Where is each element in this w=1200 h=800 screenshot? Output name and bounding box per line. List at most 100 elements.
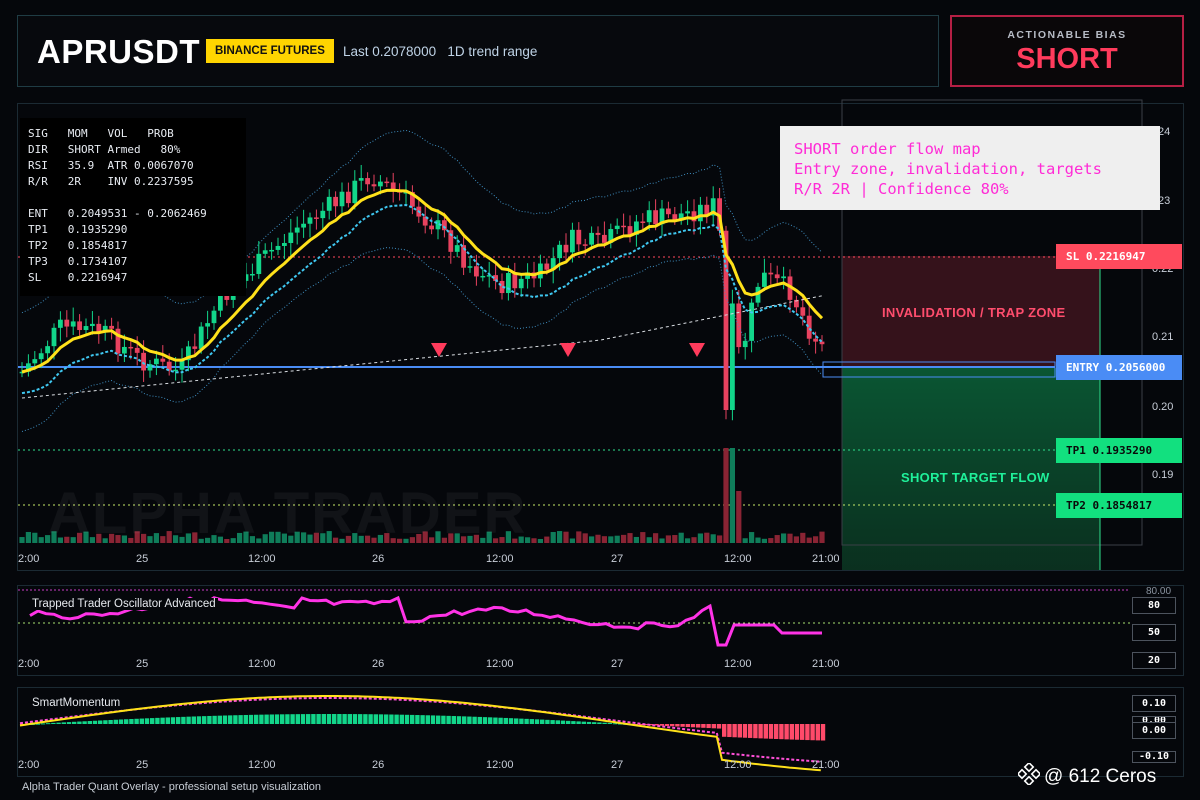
candle-body (38, 353, 44, 360)
entry-price-label: ENTRY 0.2056000 (1056, 355, 1182, 380)
svg-text:26: 26 (372, 553, 384, 565)
candle-body (595, 232, 601, 235)
candle-body (429, 225, 434, 230)
candle-body (269, 249, 274, 252)
candle-body (698, 204, 703, 222)
author-tag[interactable]: @ 612 Ceros (1016, 761, 1156, 791)
candle-body (352, 180, 358, 204)
candle-body (314, 217, 319, 219)
price-tick: 0.21 (1152, 331, 1173, 343)
stats-row: TP1 0.1935290 (28, 223, 128, 236)
candle-body (474, 266, 479, 277)
watermark-text: ALPHA TRADER (48, 481, 528, 546)
info-line: SHORT order flow map (794, 140, 981, 158)
momentum-panel[interactable] (17, 687, 1184, 777)
volume-bar (601, 536, 607, 543)
volume-bar (717, 535, 723, 543)
volume-bar (633, 536, 639, 543)
candle-body (70, 321, 76, 327)
momentum-value-badge: -0.10 (1132, 751, 1176, 763)
sell-signal-icon (689, 343, 705, 357)
candle-body (742, 340, 748, 348)
candle-body (646, 210, 652, 223)
volume-bar (704, 532, 710, 543)
volume-bar (621, 534, 627, 543)
volume-bar (800, 532, 806, 543)
svg-text:27: 27 (611, 553, 623, 565)
candle-body (390, 182, 396, 190)
candle-body (518, 278, 524, 289)
candle-body (192, 346, 198, 349)
candle-body (358, 178, 364, 181)
candle-body (749, 302, 754, 341)
svg-text:12:00: 12:00 (724, 553, 752, 565)
candle-body (480, 275, 486, 278)
candle-body (730, 303, 735, 410)
candle-body (205, 323, 210, 327)
candle-body (250, 273, 255, 276)
stats-row: SL 0.2216947 (28, 271, 128, 284)
candle-body (666, 208, 671, 215)
volume-bar (563, 531, 569, 543)
stats-row: TP2 0.1854817 (28, 239, 128, 252)
price-tick: 0.20 (1152, 401, 1173, 413)
volume-bar (627, 533, 633, 543)
svg-text:12:00: 12:00 (486, 553, 514, 565)
osc-value-badge: 50 (1132, 624, 1176, 641)
volume-bar (806, 537, 812, 543)
candle-body (326, 196, 332, 211)
volume-bar (537, 538, 543, 543)
volume-bar (38, 537, 44, 543)
sell-signal-icon (431, 343, 447, 357)
info-box: SHORT order flow map Entry zone, invalid… (780, 126, 1160, 210)
candle-body (800, 307, 806, 316)
svg-text:2:00: 2:00 (18, 553, 39, 565)
volume-bar (672, 535, 678, 543)
volume-bar (697, 533, 703, 543)
momentum-value-badge: 0.10 (1132, 695, 1176, 712)
candle-body (333, 196, 338, 207)
candle-body (813, 338, 818, 342)
volume-bar (742, 538, 748, 543)
candle-body (467, 266, 473, 268)
target-zone (842, 368, 1100, 570)
candle-body (736, 303, 742, 348)
candle-body (570, 229, 575, 253)
candle-body (582, 244, 588, 246)
volume-bar (595, 534, 601, 543)
candle-body (365, 178, 370, 185)
candle-body (685, 211, 690, 214)
candle-body (77, 321, 82, 331)
candle-body (64, 319, 70, 327)
volume-bar (531, 538, 537, 543)
candle-body (614, 225, 620, 230)
osc-value-badge: 80 (1132, 597, 1176, 614)
volume-bar (781, 533, 787, 543)
candle-body (301, 223, 306, 228)
candle-body (45, 346, 50, 354)
target-zone-label: SHORT TARGET FLOW (901, 470, 1050, 485)
candle-body (544, 263, 550, 270)
stats-row: R/R 2R INV 0.2237595 (28, 175, 194, 188)
candle-body (288, 232, 294, 243)
volume-bar (576, 531, 582, 543)
candle-body (819, 341, 825, 345)
candle-body (442, 220, 447, 231)
candle-body (576, 229, 582, 245)
candle-body (557, 244, 562, 259)
candle-body (307, 217, 313, 224)
stats-row: TP3 0.1734107 (28, 255, 128, 268)
volume-bar (19, 537, 25, 543)
volume-bar (793, 536, 799, 543)
candle-body (512, 273, 518, 289)
momentum-value-badge: 0.00 (1132, 722, 1176, 739)
volume-bar (653, 533, 659, 543)
candle-body (602, 234, 607, 243)
candle-body (320, 210, 326, 219)
candle-body (160, 358, 166, 362)
candle-body (621, 225, 626, 228)
volume-bar (755, 537, 761, 543)
candle-body (781, 276, 786, 279)
candle-body (109, 325, 114, 329)
candle-body (640, 221, 646, 223)
